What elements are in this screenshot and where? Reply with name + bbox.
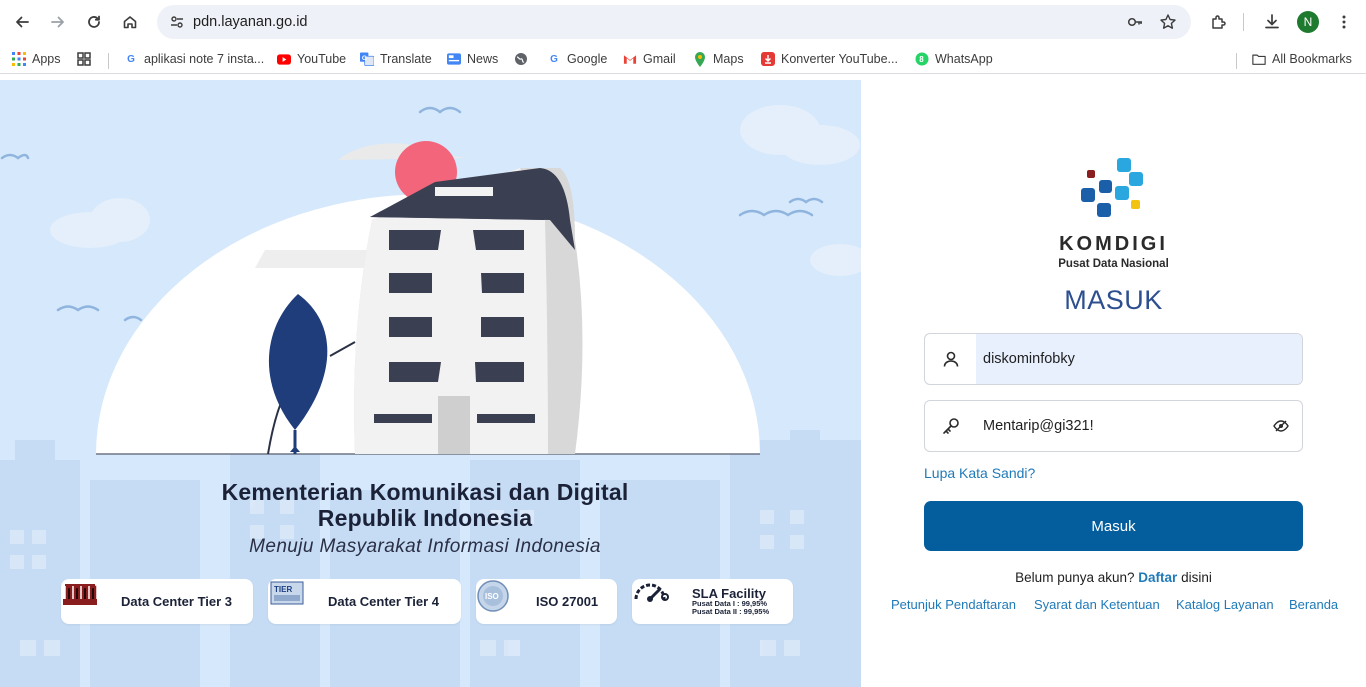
tier3-logo-icon xyxy=(63,583,109,617)
address-bar[interactable]: pdn.layanan.go.id xyxy=(157,5,1191,39)
eye-slash-icon[interactable] xyxy=(1272,417,1290,435)
password-key-icon[interactable] xyxy=(1123,10,1147,34)
bookmark-whatsapp[interactable]: 8 WhatsApp xyxy=(915,50,993,68)
iso-logo-icon: ISO xyxy=(477,580,524,617)
youtube-icon xyxy=(277,52,291,66)
bookmark-google[interactable]: G Google xyxy=(547,50,607,68)
home-button[interactable] xyxy=(115,7,145,37)
google-icon: G xyxy=(127,53,135,65)
user-icon xyxy=(925,334,976,384)
badge-sla: SLA Facility Pusat Data I : 99,95% Pusat… xyxy=(632,579,793,624)
register-link[interactable]: Daftar xyxy=(1138,570,1177,585)
profile-avatar[interactable]: N xyxy=(1297,11,1319,33)
page-title: MASUK xyxy=(1064,285,1163,315)
brand-subtitle: Pusat Data Nasional xyxy=(1058,258,1169,270)
news-icon xyxy=(447,52,461,66)
komdigi-logo-icon xyxy=(1081,158,1143,217)
bookmark-gmail[interactable]: Gmail xyxy=(623,50,676,68)
google-icon: G xyxy=(550,53,558,65)
gauge-icon xyxy=(634,583,680,617)
apps-grid-icon xyxy=(12,52,26,66)
sla-text: SLA Facility Pusat Data I : 99,95% Pusat… xyxy=(692,587,769,616)
folder-icon xyxy=(1252,52,1266,66)
home-icon xyxy=(123,16,137,29)
tier4-logo-icon: TIER xyxy=(270,581,316,617)
footer-link-petunjuk[interactable]: Petunjuk Pendaftaran xyxy=(891,597,1016,612)
badge-tier3: Data Center Tier 3 xyxy=(61,579,253,624)
brand-name: KOMDIGI xyxy=(1059,233,1168,255)
register-prompt: Belum punya akun? Daftar disini xyxy=(861,570,1366,585)
reload-icon xyxy=(88,15,100,28)
key-icon xyxy=(925,401,976,451)
hero-panel: Kementerian Komunikasi dan Digital Repub… xyxy=(0,80,861,687)
password-input[interactable] xyxy=(976,401,1302,451)
bookmarks-bar: Apps Gaplikasi note 7 insta... YouTube G… xyxy=(0,44,1366,74)
bookmark-star-icon[interactable] xyxy=(1156,10,1180,34)
tab-grid-icon xyxy=(77,52,91,66)
arrow-left-icon xyxy=(16,16,29,28)
password-field xyxy=(924,400,1303,452)
hero-tagline: Menuju Masyarakat Informasi Indonesia xyxy=(249,536,601,557)
url-text[interactable]: pdn.layanan.go.id xyxy=(193,14,308,30)
footer-link-syarat[interactable]: Syarat dan Ketentuan xyxy=(1034,597,1160,612)
bookmark-konverter-youtube[interactable]: Konverter YouTube... xyxy=(761,50,898,68)
bookmark-news[interactable]: News xyxy=(447,50,498,68)
forgot-password-link[interactable]: Lupa Kata Sandi? xyxy=(924,465,1035,481)
hero-title-line1: Kementerian Komunikasi dan Digital xyxy=(221,479,629,505)
puzzle-icon xyxy=(1212,15,1226,29)
site-info-icon[interactable] xyxy=(165,10,189,34)
bookmark-maps[interactable]: Maps xyxy=(693,50,744,68)
bookmark-apps[interactable]: Apps xyxy=(12,50,61,68)
downloads-button[interactable] xyxy=(1257,7,1287,37)
bookmark-globe[interactable] xyxy=(514,50,534,68)
browser-menu-button[interactable] xyxy=(1329,7,1359,37)
arrow-right-icon xyxy=(51,16,64,28)
extensions-button[interactable] xyxy=(1204,7,1234,37)
svg-text:TIER: TIER xyxy=(274,585,292,594)
toolbar-divider xyxy=(1243,13,1244,31)
register-suffix: disini xyxy=(1181,570,1212,585)
badge-tier3-label: Data Center Tier 3 xyxy=(121,594,233,609)
download-red-icon xyxy=(761,52,775,66)
bookmark-aplikasi-note[interactable]: Gaplikasi note 7 insta... xyxy=(124,50,264,68)
tab-groups-button[interactable] xyxy=(77,50,97,68)
gmail-icon xyxy=(623,52,637,66)
svg-text:ISO: ISO xyxy=(485,592,499,601)
username-input[interactable] xyxy=(976,334,1302,384)
back-button[interactable] xyxy=(7,7,37,37)
globe-icon xyxy=(514,52,528,66)
download-icon xyxy=(1265,14,1279,29)
login-panel: KOMDIGI Pusat Data Nasional MASUK Lupa K… xyxy=(861,80,1366,687)
badge-tier4-label: Data Center Tier 4 xyxy=(328,594,440,609)
bookmarks-divider xyxy=(108,53,109,69)
badge-iso-label: ISO 27001 xyxy=(536,594,599,609)
login-submit-button[interactable]: Masuk xyxy=(924,501,1303,551)
badge-tier4: TIER Data Center Tier 4 xyxy=(268,579,461,624)
bookmark-translate[interactable]: G Translate xyxy=(360,50,432,68)
footer-link-beranda[interactable]: Beranda xyxy=(1289,597,1338,612)
maps-icon xyxy=(693,51,707,67)
register-prefix: Belum punya akun? xyxy=(1015,570,1135,585)
bookmark-youtube[interactable]: YouTube xyxy=(277,50,346,68)
svg-text:8: 8 xyxy=(919,55,924,64)
whatsapp-icon: 8 xyxy=(915,52,929,66)
badge-iso: ISO ISO 27001 xyxy=(476,579,617,624)
translate-icon: G xyxy=(360,52,374,66)
forward-button[interactable] xyxy=(43,7,73,37)
reload-button[interactable] xyxy=(79,7,109,37)
bookmarks-divider xyxy=(1236,53,1237,69)
footer-link-katalog[interactable]: Katalog Layanan xyxy=(1176,597,1274,612)
svg-text:G: G xyxy=(362,55,367,62)
sla-line2: Pusat Data II : 99,95% xyxy=(692,607,770,616)
browser-toolbar: pdn.layanan.go.id N xyxy=(0,0,1366,44)
more-vertical-icon xyxy=(1342,15,1346,29)
hero-title-line2: Republik Indonesia xyxy=(317,505,533,531)
username-field xyxy=(924,333,1303,385)
all-bookmarks-button[interactable]: All Bookmarks xyxy=(1252,50,1352,68)
